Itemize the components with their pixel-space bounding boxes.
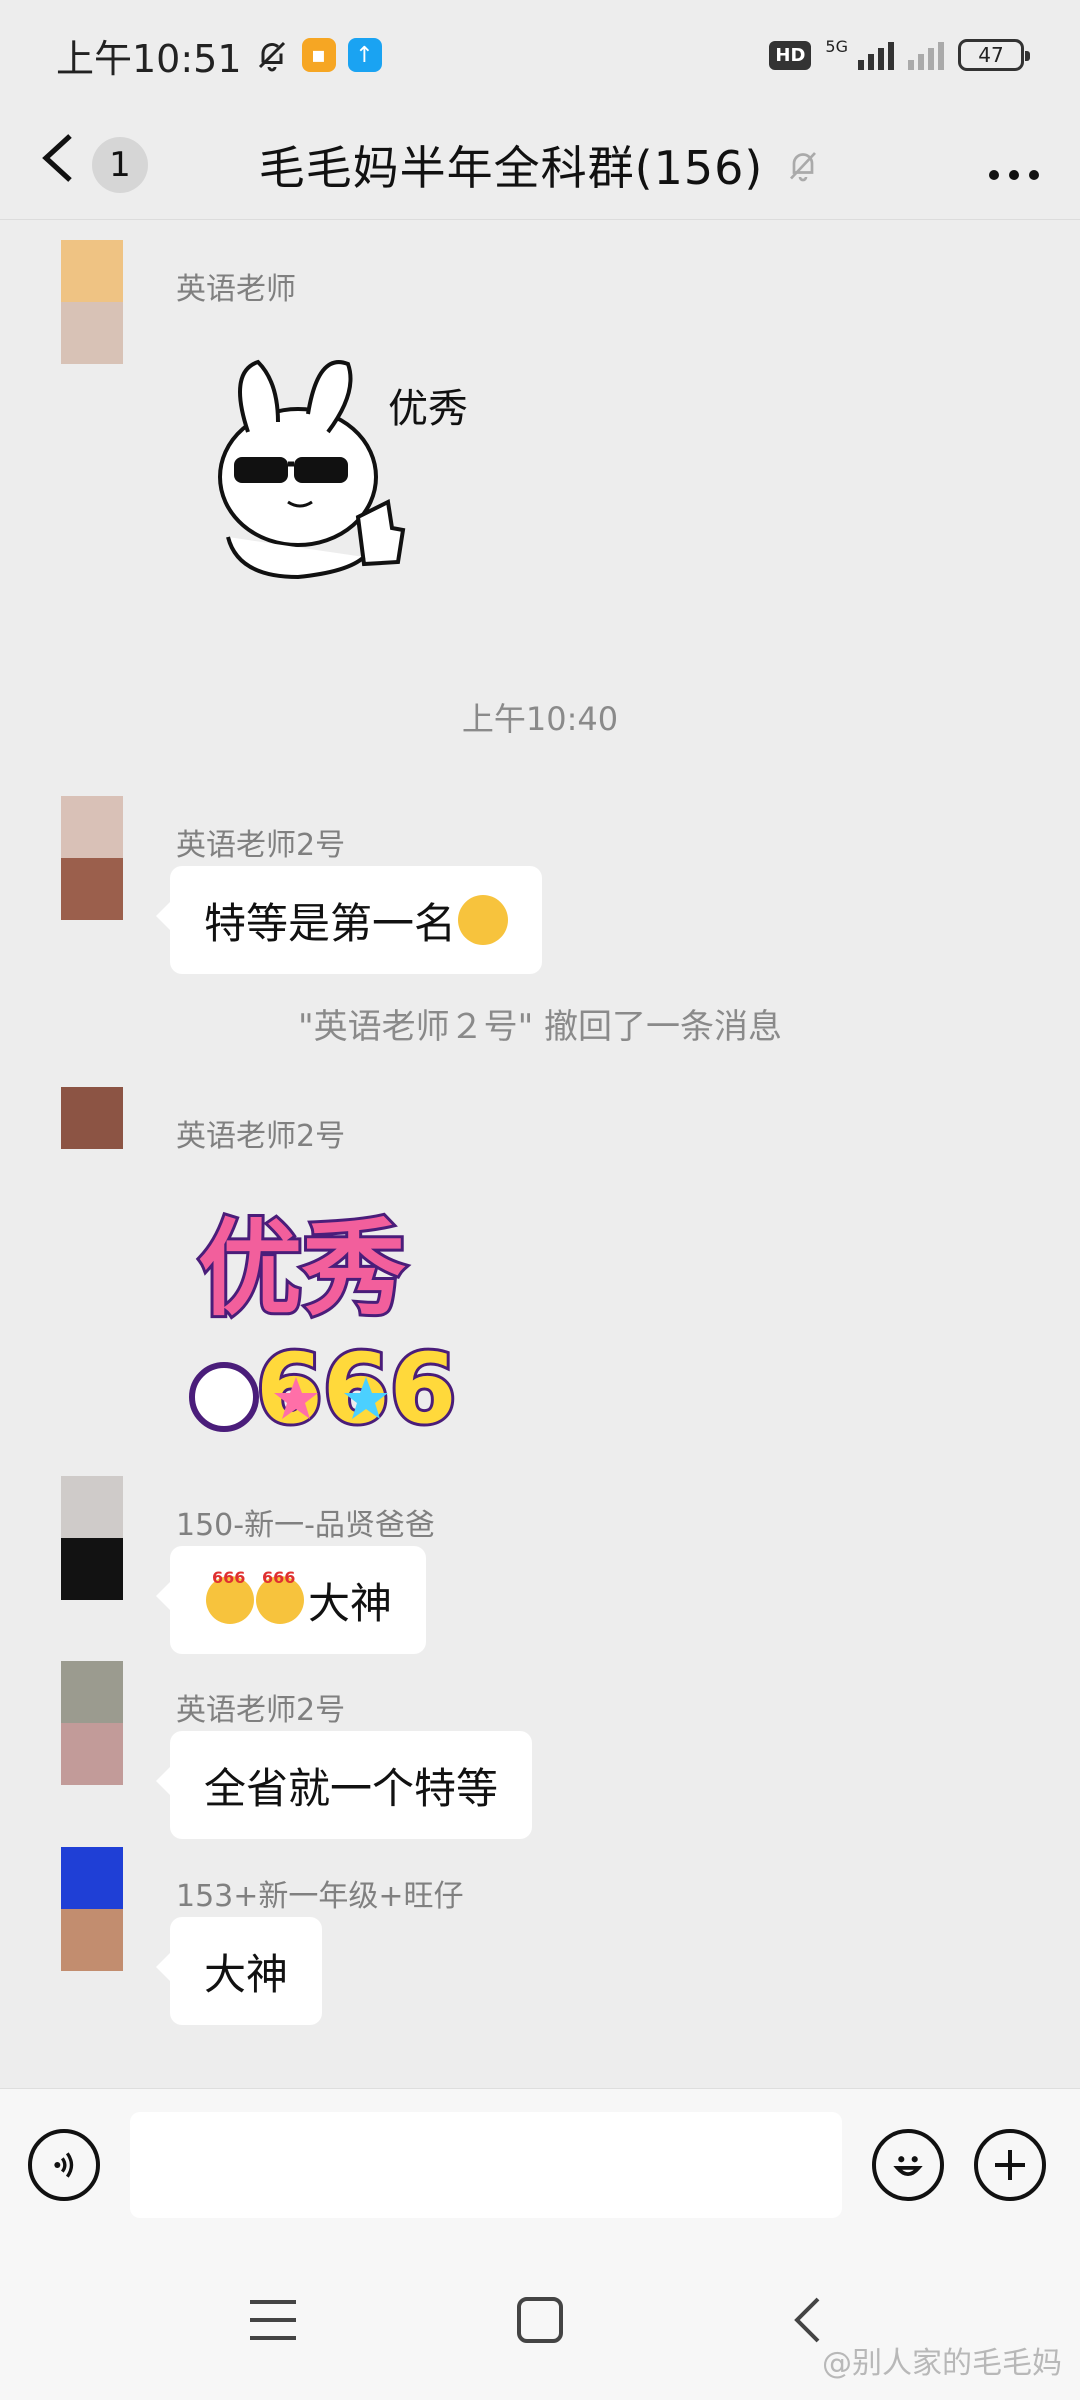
status-time: 上午10:51 [56, 36, 242, 81]
avatar[interactable] [61, 1847, 123, 1971]
emoji-button[interactable] [872, 2128, 944, 2201]
nav-title-wrap: 毛毛妈半年全科群(156) [0, 110, 1080, 220]
message-bubble[interactable]: 大神 [155, 1917, 323, 2025]
avatar[interactable] [61, 240, 123, 364]
sticker-number: 666 [256, 1333, 456, 1445]
hd-icon: HD [769, 40, 812, 70]
notification-app-icon: ▪ [301, 38, 336, 72]
sticker-cool-bunny[interactable]: 优秀 [208, 352, 468, 582]
signal-icon [858, 40, 894, 70]
message-text: 大神 [204, 1949, 289, 1999]
unread-count-badge[interactable]: 1 [92, 136, 148, 193]
message-bubble[interactable]: 全省就一个特等 [155, 1731, 533, 1839]
sender-name: 150-新一-品贤爸爸 [176, 1508, 435, 1543]
666-emoji-icon: 666 [206, 1568, 254, 1624]
666-emoji-icon: 666 [256, 1568, 304, 1624]
sender-name: 英语老师2号 [176, 1119, 346, 1154]
mute-bell-icon [790, 152, 817, 182]
status-bar: 上午10:51 ▪ ↑ HD 5G 47 [0, 0, 1080, 110]
smiley-icon [893, 2155, 923, 2176]
message-item: 英语老师2号 特等是第一名 [0, 796, 1080, 974]
status-right: HD 5G 47 [769, 37, 1030, 71]
sender-name: 英语老师2号 [176, 828, 346, 863]
message-text: 大神 [308, 1578, 393, 1628]
sender-name: 153+新一年级+旺仔 [176, 1879, 464, 1914]
excellent-sticker-icon: 优秀 666 [189, 1205, 459, 1448]
message-item: 英语老师 优秀 [0, 240, 1080, 620]
sticker-excellent-666[interactable]: 优秀 666 [186, 1197, 476, 1448]
message-bubble[interactable]: 666 666 大神 [155, 1546, 427, 1654]
message-item: 153+新一年级+旺仔 大神 [0, 1847, 1080, 2025]
back-icon[interactable] [40, 132, 84, 198]
plus-icon [995, 2149, 1025, 2180]
sticker-caption: 优秀 [198, 1208, 406, 1330]
back-chevron-icon [793, 2297, 820, 2343]
status-left: 上午10:51 ▪ ↑ [56, 28, 382, 83]
message-item: 英语老师2号 优秀 666 [0, 1087, 1080, 1448]
chat-list[interactable]: 英语老师 优秀 上午10:40 英语老师2号 特等是第一名 "英语老师２号" 撤… [0, 221, 1080, 2087]
sticker-caption: 优秀 [388, 386, 468, 432]
avatar[interactable] [61, 1087, 123, 1149]
battery-level: 47 [978, 43, 1004, 67]
voice-icon [54, 2151, 74, 2178]
battery-icon: 47 [958, 39, 1030, 71]
upload-app-icon: ↑ [347, 38, 382, 72]
sender-name: 英语老师 [176, 272, 296, 307]
watermark: @别人家的毛毛妈 [822, 2346, 1062, 2381]
recall-notice: "英语老师２号" 撤回了一条消息 [297, 1007, 783, 1047]
message-text: 特等是第一名 [204, 898, 457, 948]
hand-over-mouth-emoji-icon [458, 895, 509, 945]
signal-2-icon [908, 40, 944, 70]
message-item: 150-新一-品贤爸爸 666 666 大神 [0, 1476, 1080, 1654]
bell-off-icon [258, 41, 285, 72]
chat-title: 毛毛妈半年全科群(156) [258, 141, 764, 195]
voice-button[interactable] [28, 2128, 100, 2201]
more-actions-button[interactable] [974, 2128, 1046, 2201]
message-item: 英语老师2号 全省就一个特等 [0, 1661, 1080, 1839]
message-bubble[interactable]: 特等是第一名 [155, 866, 543, 974]
message-text: 全省就一个特等 [204, 1763, 499, 1813]
message-input[interactable] [130, 2111, 842, 2218]
input-bar [0, 2088, 1080, 2240]
home-button[interactable] [510, 2290, 570, 2350]
recents-button[interactable] [243, 2290, 303, 2350]
home-square-icon [516, 2297, 563, 2343]
sender-name: 英语老师2号 [176, 1693, 346, 1728]
network-type: 5G [825, 37, 848, 56]
avatar[interactable] [61, 796, 123, 920]
more-options-icon[interactable] [988, 136, 1040, 194]
nav-bar: 1 毛毛妈半年全科群(156) [0, 110, 1080, 220]
menu-icon [250, 2300, 297, 2340]
bunny-sticker-icon: 优秀 [218, 359, 468, 580]
avatar[interactable] [61, 1476, 123, 1600]
avatar[interactable] [61, 1661, 123, 1785]
time-separator: 上午10:40 [461, 700, 619, 738]
